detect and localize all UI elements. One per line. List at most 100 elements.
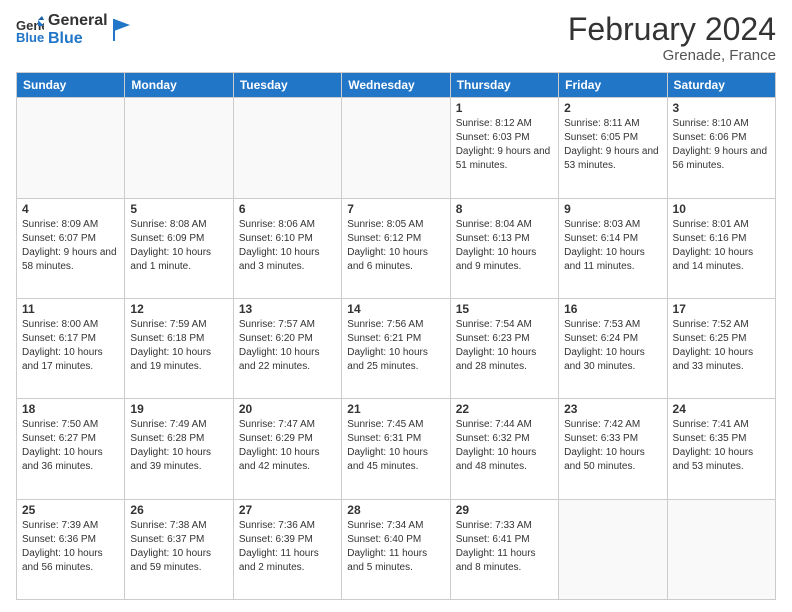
day-number: 7 xyxy=(347,202,444,216)
day-info: Sunrise: 7:38 AM Sunset: 6:37 PM Dayligh… xyxy=(130,519,227,575)
day-number: 28 xyxy=(347,503,444,517)
weekday-wednesday: Wednesday xyxy=(342,73,450,98)
calendar-title: February 2024 xyxy=(568,12,776,47)
day-number: 17 xyxy=(673,302,770,316)
day-info: Sunrise: 8:09 AM Sunset: 6:07 PM Dayligh… xyxy=(22,218,119,274)
calendar-cell xyxy=(342,98,450,198)
day-info: Sunrise: 7:42 AM Sunset: 6:33 PM Dayligh… xyxy=(564,418,661,474)
calendar-cell: 17 Sunrise: 7:52 AM Sunset: 6:25 PM Dayli… xyxy=(667,298,775,398)
title-block: February 2024 Grenade, France xyxy=(568,12,776,64)
day-info: Sunrise: 7:47 AM Sunset: 6:29 PM Dayligh… xyxy=(239,418,336,474)
calendar-cell: 15 Sunrise: 7:54 AM Sunset: 6:23 PM Dayli… xyxy=(450,298,558,398)
day-number: 22 xyxy=(456,402,553,416)
day-number: 24 xyxy=(673,402,770,416)
logo-icon: General Blue xyxy=(16,16,44,44)
calendar-cell: 25Sunrise: 7:39 AM Sunset: 6:36 PM Dayli… xyxy=(17,499,125,599)
day-info: Sunrise: 8:05 AM Sunset: 6:12 PM Dayligh… xyxy=(347,218,444,274)
day-number: 5 xyxy=(130,202,227,216)
day-number: 6 xyxy=(239,202,336,216)
day-number: 4 xyxy=(22,202,119,216)
calendar-cell: 9 Sunrise: 8:03 AM Sunset: 6:14 PM Daylig… xyxy=(559,198,667,298)
calendar-cell: 16Sunrise: 7:53 AM Sunset: 6:24 PM Dayli… xyxy=(559,298,667,398)
day-number: 18 xyxy=(22,402,119,416)
logo-general: General xyxy=(48,12,108,30)
day-info: Sunrise: 7:52 AM Sunset: 6:25 PM Dayligh… xyxy=(673,318,770,374)
calendar-cell: 1Sunrise: 8:12 AM Sunset: 6:03 PM Daylig… xyxy=(450,98,558,198)
calendar-cell: 8 Sunrise: 8:04 AM Sunset: 6:13 PM Daylig… xyxy=(450,198,558,298)
day-info: Sunrise: 7:44 AM Sunset: 6:32 PM Dayligh… xyxy=(456,418,553,474)
calendar-cell: 27 Sunrise: 7:36 AM Sunset: 6:39 PM Dayli… xyxy=(233,499,341,599)
day-number: 23 xyxy=(564,402,661,416)
day-info: Sunrise: 7:41 AM Sunset: 6:35 PM Dayligh… xyxy=(673,418,770,474)
calendar-cell: 13 Sunrise: 7:57 AM Sunset: 6:20 PM Dayli… xyxy=(233,298,341,398)
calendar-cell: 22 Sunrise: 7:44 AM Sunset: 6:32 PM Dayli… xyxy=(450,399,558,499)
calendar-cell: 23 Sunrise: 7:42 AM Sunset: 6:33 PM Dayli… xyxy=(559,399,667,499)
day-number: 16 xyxy=(564,302,661,316)
day-number: 20 xyxy=(239,402,336,416)
calendar-subtitle: Grenade, France xyxy=(568,47,776,64)
day-info: Sunrise: 8:10 AM Sunset: 6:06 PM Dayligh… xyxy=(673,117,770,173)
day-info: Sunrise: 7:34 AM Sunset: 6:40 PM Dayligh… xyxy=(347,519,444,575)
calendar-cell: 10Sunrise: 8:01 AM Sunset: 6:16 PM Dayli… xyxy=(667,198,775,298)
day-number: 26 xyxy=(130,503,227,517)
calendar-cell: 29 Sunrise: 7:33 AM Sunset: 6:41 PM Dayli… xyxy=(450,499,558,599)
calendar-cell: 5Sunrise: 8:08 AM Sunset: 6:09 PM Daylig… xyxy=(125,198,233,298)
day-info: Sunrise: 8:11 AM Sunset: 6:05 PM Dayligh… xyxy=(564,117,661,173)
day-info: Sunrise: 7:54 AM Sunset: 6:23 PM Dayligh… xyxy=(456,318,553,374)
weekday-saturday: Saturday xyxy=(667,73,775,98)
day-number: 9 xyxy=(564,202,661,216)
day-info: Sunrise: 7:50 AM Sunset: 6:27 PM Dayligh… xyxy=(22,418,119,474)
day-info: Sunrise: 8:04 AM Sunset: 6:13 PM Dayligh… xyxy=(456,218,553,274)
day-info: Sunrise: 7:57 AM Sunset: 6:20 PM Dayligh… xyxy=(239,318,336,374)
calendar-week-row: 25Sunrise: 7:39 AM Sunset: 6:36 PM Dayli… xyxy=(17,499,776,599)
day-number: 19 xyxy=(130,402,227,416)
day-info: Sunrise: 7:36 AM Sunset: 6:39 PM Dayligh… xyxy=(239,519,336,575)
day-number: 2 xyxy=(564,101,661,115)
day-info: Sunrise: 7:45 AM Sunset: 6:31 PM Dayligh… xyxy=(347,418,444,474)
calendar-cell: 21Sunrise: 7:45 AM Sunset: 6:31 PM Dayli… xyxy=(342,399,450,499)
weekday-monday: Monday xyxy=(125,73,233,98)
calendar-week-row: 18 Sunrise: 7:50 AM Sunset: 6:27 PM Dayli… xyxy=(17,399,776,499)
calendar-cell: 12 Sunrise: 7:59 AM Sunset: 6:18 PM Dayli… xyxy=(125,298,233,398)
calendar-cell: 18 Sunrise: 7:50 AM Sunset: 6:27 PM Dayli… xyxy=(17,399,125,499)
logo-blue: Blue xyxy=(48,30,108,48)
calendar-cell: 28 Sunrise: 7:34 AM Sunset: 6:40 PM Dayli… xyxy=(342,499,450,599)
logo-flag-icon xyxy=(112,19,130,41)
day-info: Sunrise: 7:56 AM Sunset: 6:21 PM Dayligh… xyxy=(347,318,444,374)
calendar-week-row: 11Sunrise: 8:00 AM Sunset: 6:17 PM Dayli… xyxy=(17,298,776,398)
calendar-cell: 14Sunrise: 7:56 AM Sunset: 6:21 PM Dayli… xyxy=(342,298,450,398)
day-info: Sunrise: 8:01 AM Sunset: 6:16 PM Dayligh… xyxy=(673,218,770,274)
day-info: Sunrise: 7:33 AM Sunset: 6:41 PM Dayligh… xyxy=(456,519,553,575)
day-number: 3 xyxy=(673,101,770,115)
calendar-week-row: 4 Sunrise: 8:09 AM Sunset: 6:07 PM Daylig… xyxy=(17,198,776,298)
svg-text:Blue: Blue xyxy=(16,30,44,44)
weekday-header-row: SundayMondayTuesdayWednesdayThursdayFrid… xyxy=(17,73,776,98)
day-number: 27 xyxy=(239,503,336,517)
day-number: 29 xyxy=(456,503,553,517)
day-number: 13 xyxy=(239,302,336,316)
calendar-cell xyxy=(559,499,667,599)
day-info: Sunrise: 7:59 AM Sunset: 6:18 PM Dayligh… xyxy=(130,318,227,374)
calendar-week-row: 1Sunrise: 8:12 AM Sunset: 6:03 PM Daylig… xyxy=(17,98,776,198)
weekday-friday: Friday xyxy=(559,73,667,98)
day-info: Sunrise: 8:03 AM Sunset: 6:14 PM Dayligh… xyxy=(564,218,661,274)
day-info: Sunrise: 8:12 AM Sunset: 6:03 PM Dayligh… xyxy=(456,117,553,173)
logo: General Blue General Blue xyxy=(16,12,130,47)
page-header: General Blue General Blue February 2024 … xyxy=(16,12,776,64)
weekday-sunday: Sunday xyxy=(17,73,125,98)
calendar-cell: 24 Sunrise: 7:41 AM Sunset: 6:35 PM Dayli… xyxy=(667,399,775,499)
day-info: Sunrise: 8:00 AM Sunset: 6:17 PM Dayligh… xyxy=(22,318,119,374)
calendar-cell: 6 Sunrise: 8:06 AM Sunset: 6:10 PM Daylig… xyxy=(233,198,341,298)
calendar-table: SundayMondayTuesdayWednesdayThursdayFrid… xyxy=(16,72,776,600)
calendar-cell: 4 Sunrise: 8:09 AM Sunset: 6:07 PM Daylig… xyxy=(17,198,125,298)
day-number: 12 xyxy=(130,302,227,316)
day-number: 8 xyxy=(456,202,553,216)
weekday-thursday: Thursday xyxy=(450,73,558,98)
calendar-cell xyxy=(667,499,775,599)
day-info: Sunrise: 8:06 AM Sunset: 6:10 PM Dayligh… xyxy=(239,218,336,274)
calendar-cell: 7 Sunrise: 8:05 AM Sunset: 6:12 PM Daylig… xyxy=(342,198,450,298)
calendar-cell: 2 Sunrise: 8:11 AM Sunset: 6:05 PM Daylig… xyxy=(559,98,667,198)
day-number: 15 xyxy=(456,302,553,316)
calendar-cell: 3 Sunrise: 8:10 AM Sunset: 6:06 PM Daylig… xyxy=(667,98,775,198)
calendar-cell xyxy=(125,98,233,198)
